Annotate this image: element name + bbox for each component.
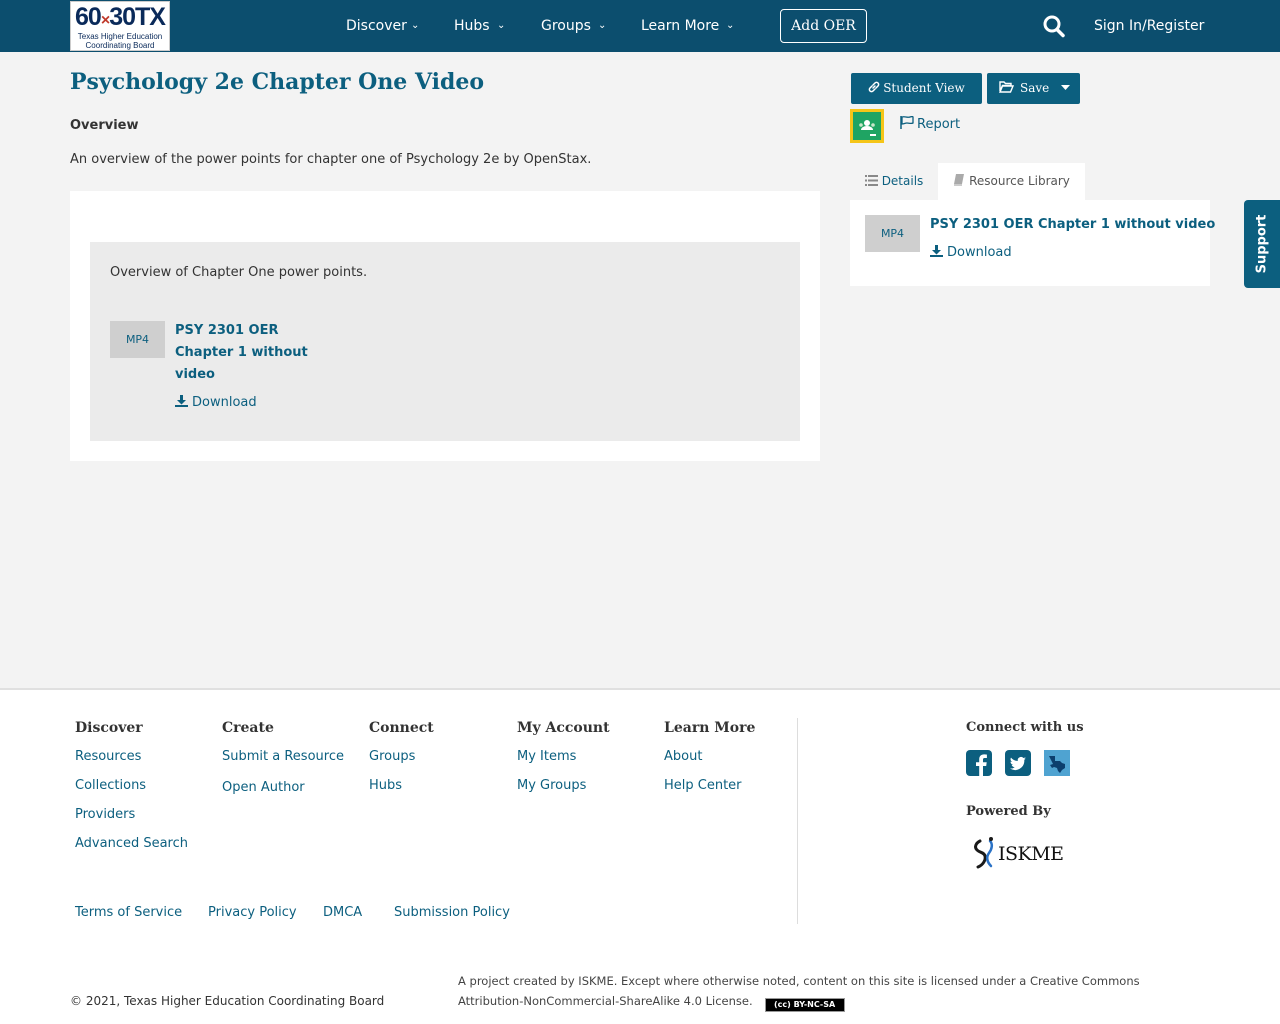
footer-link-advanced-search[interactable]: Advanced Search xyxy=(75,834,188,854)
student-view-button[interactable]: Student View xyxy=(851,73,982,104)
folder-open-icon xyxy=(998,81,1015,93)
footer-link-collections[interactable]: Collections xyxy=(75,776,146,796)
powered-by-heading: Powered By xyxy=(966,804,1051,819)
footer-link-help-center[interactable]: Help Center xyxy=(664,776,742,796)
chevron-down-icon: ⌄ xyxy=(497,20,506,31)
page-title: Psychology 2e Chapter One Video xyxy=(70,69,485,95)
footer-link-my-items[interactable]: My Items xyxy=(517,747,576,767)
connect-with-us-heading: Connect with us xyxy=(966,720,1084,735)
chevron-down-icon: ⌄ xyxy=(411,20,420,31)
facebook-icon[interactable] xyxy=(966,750,992,776)
site-logo[interactable]: 60×30TX Texas Higher Education Coordinat… xyxy=(70,1,170,51)
top-navbar: 60×30TX Texas Higher Education Coordinat… xyxy=(0,0,1280,52)
search-icon[interactable] xyxy=(1043,14,1065,38)
content-card: Overview of Chapter One power points. MP… xyxy=(70,191,820,461)
logo-wordmark: 60×30TX xyxy=(75,3,166,31)
google-classroom-icon xyxy=(853,112,881,140)
footer-link-open-author[interactable]: Open Author xyxy=(222,778,305,798)
caret-down-icon xyxy=(1061,85,1071,90)
footer-heading-learn-more: Learn More xyxy=(664,720,756,736)
license-text: A project created by ISKME. Except where… xyxy=(458,971,1148,1012)
download-icon xyxy=(930,245,943,257)
list-icon xyxy=(864,175,878,186)
footer-divider xyxy=(797,718,798,924)
report-link[interactable]: Report xyxy=(900,115,960,135)
link-icon xyxy=(868,81,880,93)
iskme-wordmark: ISKME xyxy=(998,843,1064,865)
file-title-link[interactable]: PSY 2301 OER Chapter 1 without video xyxy=(175,320,325,386)
resource-library-panel: MP4 PSY 2301 OER Chapter 1 without video… xyxy=(850,200,1215,286)
add-oer-button[interactable]: Add OER xyxy=(780,9,867,43)
cc-license-badge[interactable]: (cc) BY-NC-SA xyxy=(764,998,845,1012)
resource-section: Overview of Chapter One power points. MP… xyxy=(90,242,800,441)
download-icon xyxy=(175,395,188,407)
support-tab[interactable]: Support xyxy=(1244,200,1280,288)
nav-discover[interactable]: Discover xyxy=(346,16,407,36)
footer-link-hubs[interactable]: Hubs xyxy=(369,776,402,796)
texas-state-icon[interactable] xyxy=(1044,750,1070,776)
footer-link-dmca[interactable]: DMCA xyxy=(323,903,362,923)
book-icon xyxy=(954,174,965,186)
footer-link-terms[interactable]: Terms of Service xyxy=(75,903,182,923)
save-button[interactable]: Save xyxy=(987,73,1080,104)
footer-link-my-groups[interactable]: My Groups xyxy=(517,776,586,796)
footer-heading-connect: Connect xyxy=(369,720,434,736)
file-type-badge: MP4 xyxy=(865,215,920,252)
nav-groups[interactable]: Groups xyxy=(541,16,591,36)
file-type-badge: MP4 xyxy=(110,321,165,358)
footer-link-submission-policy[interactable]: Submission Policy xyxy=(394,903,510,923)
flag-icon xyxy=(900,115,914,129)
tab-details[interactable]: Details xyxy=(850,163,938,200)
google-classroom-share-button[interactable] xyxy=(850,109,884,143)
signin-register-link[interactable]: Sign In/Register xyxy=(1094,16,1204,36)
nav-hubs[interactable]: Hubs xyxy=(454,16,490,36)
footer-link-privacy[interactable]: Privacy Policy xyxy=(208,903,297,923)
logo-subtitle: Texas Higher Education Coordinating Boar… xyxy=(77,32,163,50)
chevron-down-icon: ⌄ xyxy=(726,20,735,31)
overview-text: An overview of the power points for chap… xyxy=(70,152,592,167)
footer-link-resources[interactable]: Resources xyxy=(75,747,141,767)
file-title-link[interactable]: PSY 2301 OER Chapter 1 without video xyxy=(930,214,1215,236)
copyright-text: © 2021, Texas Higher Education Coordinat… xyxy=(70,994,385,1008)
footer-link-providers[interactable]: Providers xyxy=(75,805,135,825)
footer-heading-create: Create xyxy=(222,720,274,736)
section-text: Overview of Chapter One power points. xyxy=(110,265,368,280)
footer-link-groups[interactable]: Groups xyxy=(369,747,415,767)
download-link[interactable]: Download xyxy=(930,243,1012,263)
twitter-icon[interactable] xyxy=(1005,750,1031,776)
footer-heading-discover: Discover xyxy=(75,720,143,736)
iskme-logo[interactable]: ISKME xyxy=(970,835,1070,875)
footer-heading-my-account: My Account xyxy=(517,720,610,736)
footer-link-submit-resource[interactable]: Submit a Resource xyxy=(222,747,344,767)
overview-heading: Overview xyxy=(70,118,139,133)
download-link[interactable]: Download xyxy=(175,393,257,413)
chevron-down-icon: ⌄ xyxy=(598,20,607,31)
tab-resource-library[interactable]: Resource Library xyxy=(938,163,1085,200)
footer: Discover Resources Collections Providers… xyxy=(0,688,1280,1024)
nav-learn-more[interactable]: Learn More xyxy=(641,16,719,36)
footer-link-about[interactable]: About xyxy=(664,747,702,767)
